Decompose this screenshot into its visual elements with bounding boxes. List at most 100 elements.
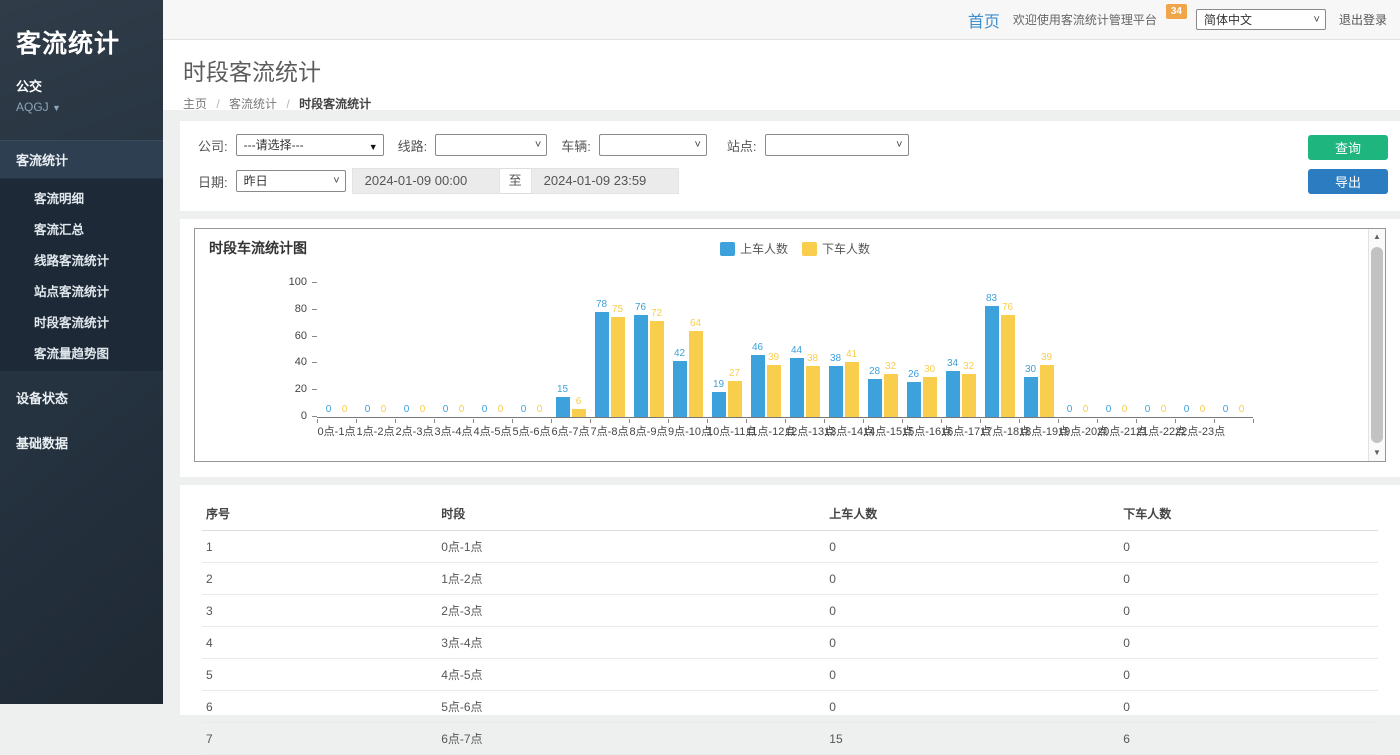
table-cell: 4: [202, 627, 437, 659]
bar-group: 00: [1214, 404, 1253, 417]
table-row[interactable]: 43点-4点00: [202, 627, 1378, 659]
bar-column: 83: [985, 293, 999, 417]
bar-column: 19: [712, 379, 726, 417]
bar-value-label: 0: [342, 404, 348, 416]
bar-下车人数[interactable]: [962, 374, 976, 417]
table-cell: 6: [1119, 723, 1378, 755]
chart-scrollbar[interactable]: ▲ ▼: [1368, 229, 1385, 461]
bar-下车人数[interactable]: [845, 362, 859, 417]
table-row[interactable]: 76点-7点156: [202, 723, 1378, 755]
bar-value-label: 0: [381, 404, 387, 416]
bar-上车人数[interactable]: [868, 379, 882, 417]
bar-column: 32: [962, 361, 976, 417]
x-axis-tick-label: 18点-19点: [1019, 423, 1058, 439]
bar-下车人数[interactable]: [923, 377, 937, 417]
bar-上车人数[interactable]: [595, 312, 609, 417]
station-select[interactable]: ˅: [765, 134, 909, 156]
chart-panel: 时段车流统计图 上车人数 下车人数 020406080100000点-1点001…: [180, 219, 1400, 477]
bar-value-label: 0: [482, 404, 488, 416]
sidebar-section-2[interactable]: 设备状态: [0, 379, 163, 416]
sidebar-item[interactable]: 站点客流统计: [0, 275, 163, 306]
sidebar-item[interactable]: 客流明细: [0, 182, 163, 213]
line-select[interactable]: ˅: [435, 134, 547, 156]
bar-value-label: 19: [713, 379, 724, 391]
sidebar-section-3[interactable]: 基础数据: [0, 424, 163, 461]
table-cell: 0: [825, 627, 1119, 659]
bar-value-label: 72: [651, 308, 662, 320]
bar-下车人数[interactable]: [1001, 315, 1015, 417]
sidebar-item[interactable]: 客流汇总: [0, 213, 163, 244]
bar-下车人数[interactable]: [1040, 365, 1054, 417]
bar-下车人数[interactable]: [728, 381, 742, 417]
bar-value-label: 32: [885, 361, 896, 373]
legend-item-alighting[interactable]: 下车人数: [802, 240, 870, 257]
table-row[interactable]: 10点-1点00: [202, 531, 1378, 563]
bar-上车人数[interactable]: [673, 361, 687, 417]
language-select[interactable]: 简体中文 ˅: [1196, 9, 1326, 30]
bar-column: 0: [494, 404, 508, 417]
sidebar-item[interactable]: 时段客流统计: [0, 306, 163, 337]
breadcrumb-home[interactable]: 主页: [183, 97, 207, 111]
bar-上车人数[interactable]: [985, 306, 999, 417]
notification-badge[interactable]: 34: [1166, 4, 1187, 19]
page-head: 时段客流统计 主页 / 客流统计 / 时段客流统计: [163, 40, 1400, 110]
bar-上车人数[interactable]: [712, 392, 726, 417]
bar-value-label: 0: [404, 404, 410, 416]
bar-下车人数[interactable]: [572, 409, 586, 417]
sidebar-item[interactable]: 线路客流统计: [0, 244, 163, 275]
bar-下车人数[interactable]: [611, 317, 625, 418]
vehicle-select[interactable]: ˅: [599, 134, 707, 156]
bar-上车人数[interactable]: [751, 355, 765, 417]
sidebar: 客流统计 公交 AQGJ ▼ 客流统计客流明细客流汇总线路客流统计站点客流统计时…: [0, 0, 163, 704]
export-button[interactable]: 导出: [1308, 169, 1388, 194]
bar-上车人数[interactable]: [907, 382, 921, 417]
date-start-input[interactable]: 2024-01-09 00:00: [352, 168, 500, 194]
bar-下车人数[interactable]: [767, 365, 781, 417]
table-row[interactable]: 21点-2点00: [202, 563, 1378, 595]
table-row[interactable]: 54点-5点00: [202, 659, 1378, 691]
bar-group: 7672: [629, 302, 668, 417]
bar-上车人数[interactable]: [1024, 377, 1038, 417]
y-axis-tick-label: 80: [277, 303, 307, 315]
bar-上车人数[interactable]: [634, 315, 648, 417]
bar-column: 0: [400, 404, 414, 417]
table-row[interactable]: 65点-6点00: [202, 691, 1378, 723]
bar-下车人数[interactable]: [650, 321, 664, 417]
bar-上车人数[interactable]: [790, 358, 804, 417]
org-switcher[interactable]: AQGJ ▼: [0, 97, 163, 114]
scroll-down-arrow[interactable]: ▼: [1369, 445, 1385, 461]
bar-下车人数[interactable]: [689, 331, 703, 417]
bar-column: 30: [1024, 364, 1038, 417]
date-end-input[interactable]: 2024-01-09 23:59: [531, 168, 679, 194]
x-axis-tick-label: 3点-4点: [434, 423, 473, 439]
bar-group: 00: [1097, 404, 1136, 417]
date-preset-select[interactable]: 昨日 ˅: [236, 170, 346, 192]
x-axis-tick: [1175, 419, 1176, 423]
bar-上车人数[interactable]: [946, 371, 960, 417]
bar-group: 7875: [590, 299, 629, 417]
col-header-index: 序号: [202, 497, 437, 531]
sidebar-item[interactable]: 客流量趋势图: [0, 337, 163, 368]
bar-column: 0: [533, 404, 547, 417]
company-select[interactable]: ---请选择--- ▼: [236, 134, 384, 156]
bar-上车人数[interactable]: [556, 397, 570, 417]
table-row[interactable]: 32点-3点00: [202, 595, 1378, 627]
bar-column: 75: [611, 304, 625, 418]
bar-value-label: 30: [924, 364, 935, 376]
breadcrumb-section[interactable]: 客流统计: [229, 97, 277, 111]
query-button[interactable]: 查询: [1308, 135, 1388, 160]
scroll-up-arrow[interactable]: ▲: [1369, 229, 1385, 245]
bar-column: 39: [767, 352, 781, 417]
sidebar-section-1[interactable]: 客流统计: [0, 140, 163, 179]
x-axis-tick: [1097, 419, 1098, 423]
x-axis-tick: [1058, 419, 1059, 423]
home-link[interactable]: 首页: [968, 8, 1000, 32]
bar-column: 32: [884, 361, 898, 417]
logout-link[interactable]: 退出登录: [1339, 11, 1387, 28]
bar-下车人数[interactable]: [806, 366, 820, 417]
legend-item-boarding[interactable]: 上车人数: [720, 240, 788, 257]
x-axis-tick-label: 0点-1点: [317, 423, 356, 439]
bar-下车人数[interactable]: [884, 374, 898, 417]
bar-上车人数[interactable]: [829, 366, 843, 417]
scrollbar-thumb[interactable]: [1371, 247, 1383, 443]
